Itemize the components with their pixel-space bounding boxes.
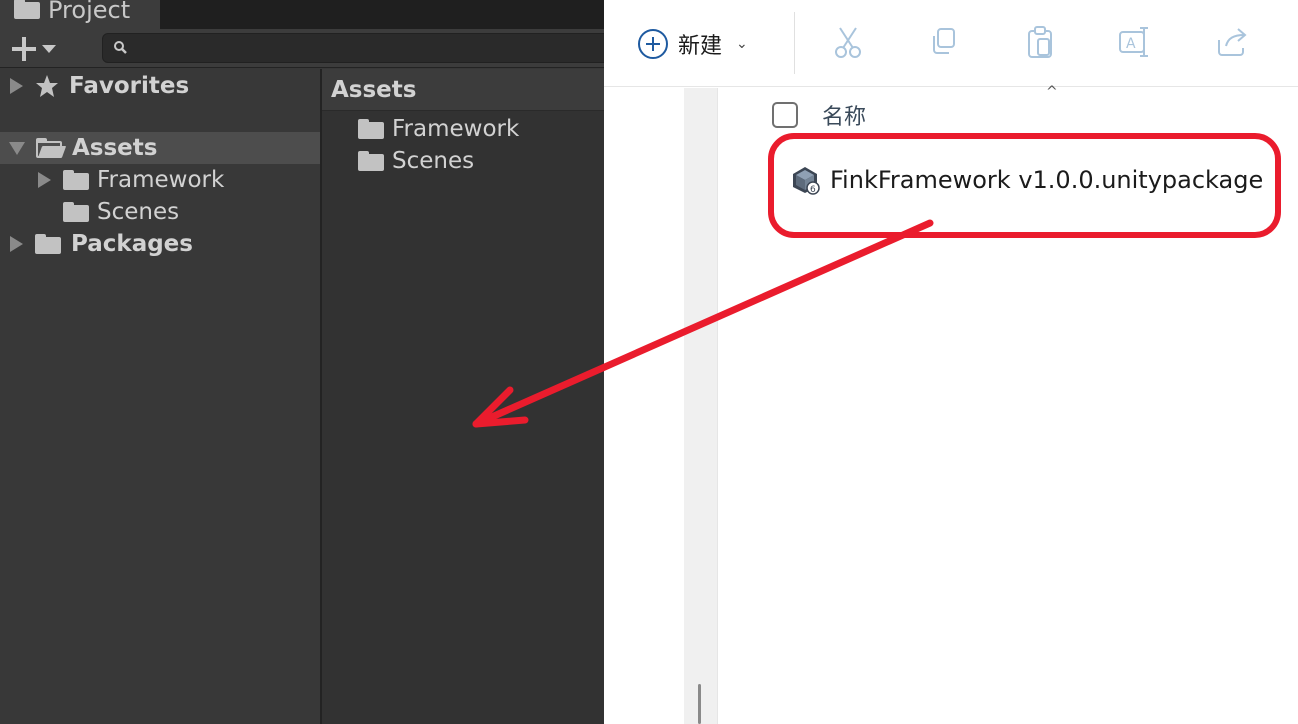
unity-project-window: Project Favorites Assets Framework Scene…	[0, 0, 622, 724]
chevron-down-icon: ⌄	[736, 36, 748, 52]
new-button[interactable]: 新建 ⌄	[638, 26, 748, 62]
tree-item-framework[interactable]: Framework	[0, 164, 320, 196]
search-icon	[113, 40, 129, 60]
sort-ascending-icon: ^	[1046, 84, 1058, 100]
tree-item-favorites[interactable]: Favorites	[0, 70, 320, 102]
column-header-row: 名称	[772, 100, 866, 130]
tree-item-label: Framework	[97, 167, 225, 193]
tree-item-assets[interactable]: Assets	[0, 132, 320, 164]
tree-item-packages[interactable]: Packages	[0, 228, 320, 260]
folder-icon	[63, 170, 89, 190]
project-tab[interactable]: Project	[0, 0, 160, 29]
folder-icon	[358, 151, 384, 171]
create-dropdown-button[interactable]	[12, 35, 64, 63]
rename-icon[interactable]: A	[1116, 24, 1152, 60]
content-item-framework[interactable]: Framework	[358, 114, 519, 144]
project-tab-label: Project	[48, 0, 131, 24]
toolbar-separator	[794, 12, 795, 74]
share-icon[interactable]	[1214, 24, 1250, 60]
project-folder-icon	[14, 0, 40, 19]
unity-tab-bar: Project	[0, 0, 604, 29]
folder-contents-panel[interactable]: Assets Framework Scenes	[322, 69, 604, 724]
content-item-scenes[interactable]: Scenes	[358, 146, 474, 176]
expand-arrow-icon[interactable]	[10, 78, 23, 94]
new-plus-icon	[638, 29, 668, 59]
breadcrumb[interactable]: Assets	[322, 69, 604, 111]
folder-tree-panel: Favorites Assets Framework Scenes Packag…	[0, 69, 320, 724]
tree-item-label: Scenes	[97, 199, 180, 225]
explorer-command-bar: 新建 ⌄ A	[604, 0, 1298, 87]
navigation-pane[interactable]	[604, 88, 684, 724]
svg-text:A: A	[1126, 36, 1136, 52]
plus-icon	[12, 37, 36, 61]
tree-item-label: Packages	[71, 231, 193, 257]
content-item-label: Scenes	[392, 148, 475, 174]
new-button-label: 新建	[678, 34, 723, 59]
select-all-checkbox[interactable]	[772, 102, 798, 128]
folder-icon	[63, 202, 89, 222]
tree-item-label: Assets	[72, 135, 158, 161]
star-icon	[35, 74, 59, 98]
expand-arrow-icon[interactable]	[38, 172, 51, 188]
search-input[interactable]	[102, 33, 622, 63]
open-folder-icon	[36, 138, 67, 158]
caret-down-icon	[42, 45, 56, 53]
unity-toolbar	[0, 29, 622, 68]
expand-arrow-icon[interactable]	[10, 236, 23, 252]
column-header-name[interactable]: 名称	[822, 99, 866, 131]
content-item-label: Framework	[392, 116, 520, 142]
cut-icon[interactable]	[830, 24, 866, 60]
collapse-arrow-icon[interactable]	[9, 141, 25, 155]
paste-icon[interactable]	[1022, 24, 1058, 60]
highlight-box	[768, 133, 1281, 238]
file-explorer-window: 新建 ⌄ A ^ 名称 6 FinkFramework v1.0.0.unity…	[604, 0, 1298, 724]
scrollbar-thumb[interactable]	[698, 684, 701, 724]
copy-icon[interactable]	[926, 24, 962, 60]
navigation-scrollbar[interactable]	[684, 88, 718, 724]
folder-icon	[35, 234, 61, 254]
folder-icon	[358, 119, 384, 139]
tree-item-label: Favorites	[69, 73, 190, 99]
tree-item-scenes[interactable]: Scenes	[0, 196, 320, 228]
